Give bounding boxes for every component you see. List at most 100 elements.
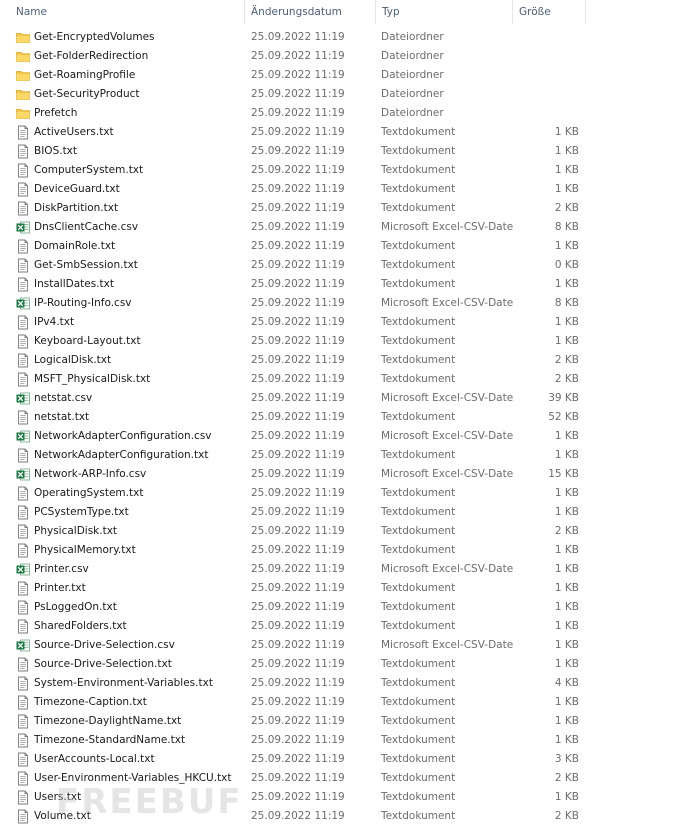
column-divider[interactable] bbox=[375, 0, 376, 24]
file-name: PCSystemType.txt bbox=[34, 506, 129, 518]
file-size: 4 KB bbox=[554, 677, 579, 689]
file-type: Microsoft Excel-CSV-Datei bbox=[381, 430, 513, 442]
file-modified-date: 25.09.2022 11:19 bbox=[251, 601, 345, 613]
column-header-type[interactable]: Typ bbox=[378, 5, 512, 23]
file-list-row[interactable]: Keyboard-Layout.txt 25.09.2022 11:19 Textd… bbox=[0, 332, 690, 351]
text-file-icon bbox=[16, 144, 30, 159]
file-type: Textdokument bbox=[381, 544, 456, 556]
file-type: Microsoft Excel-CSV-Datei bbox=[381, 297, 513, 309]
file-list-row[interactable]: Network-ARP-Info.csv 25.09.2022 11:19 Micr… bbox=[0, 465, 690, 484]
file-list-row[interactable]: DomainRole.txt 25.09.2022 11:19 Textdokume… bbox=[0, 237, 690, 256]
file-list-row[interactable]: SharedFolders.txt 25.09.2022 11:19 Textdok… bbox=[0, 617, 690, 636]
file-size: 8 KB bbox=[554, 221, 579, 233]
file-list-row[interactable]: DeviceGuard.txt 25.09.2022 11:19 Textdokum… bbox=[0, 180, 690, 199]
file-modified-date: 25.09.2022 11:19 bbox=[251, 525, 345, 537]
file-list-row[interactable]: PhysicalDisk.txt 25.09.2022 11:19 Textdoku… bbox=[0, 522, 690, 541]
file-size: 1 KB bbox=[554, 544, 579, 556]
file-list-row[interactable]: Get-SmbSession.txt 25.09.2022 11:19 Textdo… bbox=[0, 256, 690, 275]
text-file-icon bbox=[16, 448, 30, 463]
file-list-row[interactable]: Get-EncryptedVolumes 25.09.2022 11:19 Date… bbox=[0, 28, 690, 47]
file-name: Get-SmbSession.txt bbox=[34, 259, 138, 271]
file-size: 3 KB bbox=[554, 753, 579, 765]
file-type: Microsoft Excel-CSV-Datei bbox=[381, 392, 513, 404]
file-list: Get-EncryptedVolumes 25.09.2022 11:19 Date… bbox=[0, 28, 690, 826]
file-list-row[interactable]: Get-FolderRedirection 25.09.2022 11:19 Dat… bbox=[0, 47, 690, 66]
file-list-row[interactable]: Timezone-DaylightName.txt 25.09.2022 11:1… bbox=[0, 712, 690, 731]
file-name: Source-Drive-Selection.csv bbox=[34, 639, 175, 651]
column-divider[interactable] bbox=[512, 0, 513, 24]
file-list-row[interactable]: System-Environment-Variables.txt 25.09.20… bbox=[0, 674, 690, 693]
file-modified-date: 25.09.2022 11:19 bbox=[251, 620, 345, 632]
text-file-icon bbox=[16, 505, 30, 520]
file-name: PhysicalMemory.txt bbox=[34, 544, 136, 556]
file-name: Timezone-StandardName.txt bbox=[34, 734, 186, 746]
file-list-row[interactable]: netstat.csv 25.09.2022 11:19 Microsoft Exc… bbox=[0, 389, 690, 408]
file-list-row[interactable]: netstat.txt 25.09.2022 11:19 Textdokument 5… bbox=[0, 408, 690, 427]
file-type: Textdokument bbox=[381, 449, 456, 461]
file-list-row[interactable]: Get-RoamingProfile 25.09.2022 11:19 Dateio… bbox=[0, 66, 690, 85]
column-header-date[interactable]: Änderungsdatum bbox=[247, 5, 375, 23]
file-name: LogicalDisk.txt bbox=[34, 354, 112, 366]
text-file-icon bbox=[16, 543, 30, 558]
file-list-row[interactable]: Source-Drive-Selection.csv 25.09.2022 11:… bbox=[0, 636, 690, 655]
file-name: InstallDates.txt bbox=[34, 278, 114, 290]
text-file-icon bbox=[16, 410, 30, 425]
file-modified-date: 25.09.2022 11:19 bbox=[251, 297, 345, 309]
file-list-row[interactable]: DnsClientCache.csv 25.09.2022 11:19 Micros… bbox=[0, 218, 690, 237]
file-size: 2 KB bbox=[554, 373, 579, 385]
file-type: Textdokument bbox=[381, 202, 456, 214]
folder-icon bbox=[16, 49, 30, 64]
file-list-row[interactable]: Timezone-StandardName.txt 25.09.2022 11:1… bbox=[0, 731, 690, 750]
file-list-row[interactable]: Get-SecurityProduct 25.09.2022 11:19 Datei… bbox=[0, 85, 690, 104]
file-list-row[interactable]: ComputerSystem.txt 25.09.2022 11:19 Textdo… bbox=[0, 161, 690, 180]
file-list-row[interactable]: Source-Drive-Selection.txt 25.09.2022 11:… bbox=[0, 655, 690, 674]
column-header-name[interactable]: Name bbox=[12, 5, 244, 23]
text-file-icon bbox=[16, 258, 30, 273]
file-modified-date: 25.09.2022 11:19 bbox=[251, 88, 345, 100]
file-list-row[interactable]: LogicalDisk.txt 25.09.2022 11:19 Textdokum… bbox=[0, 351, 690, 370]
column-header-size[interactable]: Größe bbox=[515, 5, 585, 23]
file-type: Textdokument bbox=[381, 335, 456, 347]
file-list-row[interactable]: DiskPartition.txt 25.09.2022 11:19 Textdok… bbox=[0, 199, 690, 218]
text-file-icon bbox=[16, 733, 30, 748]
file-list-row[interactable]: NetworkAdapterConfiguration.txt 25.09.202… bbox=[0, 446, 690, 465]
text-file-icon bbox=[16, 486, 30, 501]
file-list-row[interactable]: User-Environment-Variables_HKCU.txt 25.09… bbox=[0, 769, 690, 788]
file-size: 1 KB bbox=[554, 449, 579, 461]
file-list-row[interactable]: PCSystemType.txt 25.09.2022 11:19 Textdoku… bbox=[0, 503, 690, 522]
file-list-row[interactable]: BIOS.txt 25.09.2022 11:19 Textdokument 1 KB bbox=[0, 142, 690, 161]
file-list-row[interactable]: Prefetch 25.09.2022 11:19 Dateiordner bbox=[0, 104, 690, 123]
file-type: Textdokument bbox=[381, 487, 456, 499]
excel-csv-icon bbox=[16, 220, 30, 235]
file-list-row[interactable]: MSFT_PhysicalDisk.txt 25.09.2022 11:19 Tex… bbox=[0, 370, 690, 389]
file-list-row[interactable]: IP-Routing-Info.csv 25.09.2022 11:19 Micro… bbox=[0, 294, 690, 313]
file-type: Textdokument bbox=[381, 791, 456, 803]
file-size: 1 KB bbox=[554, 715, 579, 727]
file-list-row[interactable]: ActiveUsers.txt 25.09.2022 11:19 Textdokum… bbox=[0, 123, 690, 142]
file-list-row[interactable]: Printer.txt 25.09.2022 11:19 Textdokument 1… bbox=[0, 579, 690, 598]
file-list-row[interactable]: Users.txt 25.09.2022 11:19 Textdokument 1 K… bbox=[0, 788, 690, 807]
file-list-row[interactable]: InstallDates.txt 25.09.2022 11:19 Textdoku… bbox=[0, 275, 690, 294]
file-modified-date: 25.09.2022 11:19 bbox=[251, 31, 345, 43]
file-list-row[interactable]: Volume.txt 25.09.2022 11:19 Textdokument 2 … bbox=[0, 807, 690, 826]
file-list-row[interactable]: PhysicalMemory.txt 25.09.2022 11:19 Textdo… bbox=[0, 541, 690, 560]
column-divider[interactable] bbox=[244, 0, 245, 24]
text-file-icon bbox=[16, 182, 30, 197]
text-file-icon bbox=[16, 277, 30, 292]
file-list-row[interactable]: Printer.csv 25.09.2022 11:19 Microsoft Exc… bbox=[0, 560, 690, 579]
column-divider[interactable] bbox=[585, 0, 586, 24]
file-list-row[interactable]: NetworkAdapterConfiguration.csv 25.09.202… bbox=[0, 427, 690, 446]
text-file-icon bbox=[16, 752, 30, 767]
file-name: MSFT_PhysicalDisk.txt bbox=[34, 373, 151, 385]
file-modified-date: 25.09.2022 11:19 bbox=[251, 164, 345, 176]
file-list-row[interactable]: OperatingSystem.txt 25.09.2022 11:19 Textd… bbox=[0, 484, 690, 503]
file-size: 1 KB bbox=[554, 164, 579, 176]
file-modified-date: 25.09.2022 11:19 bbox=[251, 506, 345, 518]
file-list-row[interactable]: Timezone-Caption.txt 25.09.2022 11:19 Text… bbox=[0, 693, 690, 712]
file-list-row[interactable]: PsLoggedOn.txt 25.09.2022 11:19 Textdokume… bbox=[0, 598, 690, 617]
file-list-row[interactable]: IPv4.txt 25.09.2022 11:19 Textdokument 1 KB bbox=[0, 313, 690, 332]
file-name: Users.txt bbox=[34, 791, 82, 803]
text-file-icon bbox=[16, 163, 30, 178]
excel-csv-icon bbox=[16, 429, 30, 444]
file-list-row[interactable]: UserAccounts-Local.txt 25.09.2022 11:19 Te… bbox=[0, 750, 690, 769]
